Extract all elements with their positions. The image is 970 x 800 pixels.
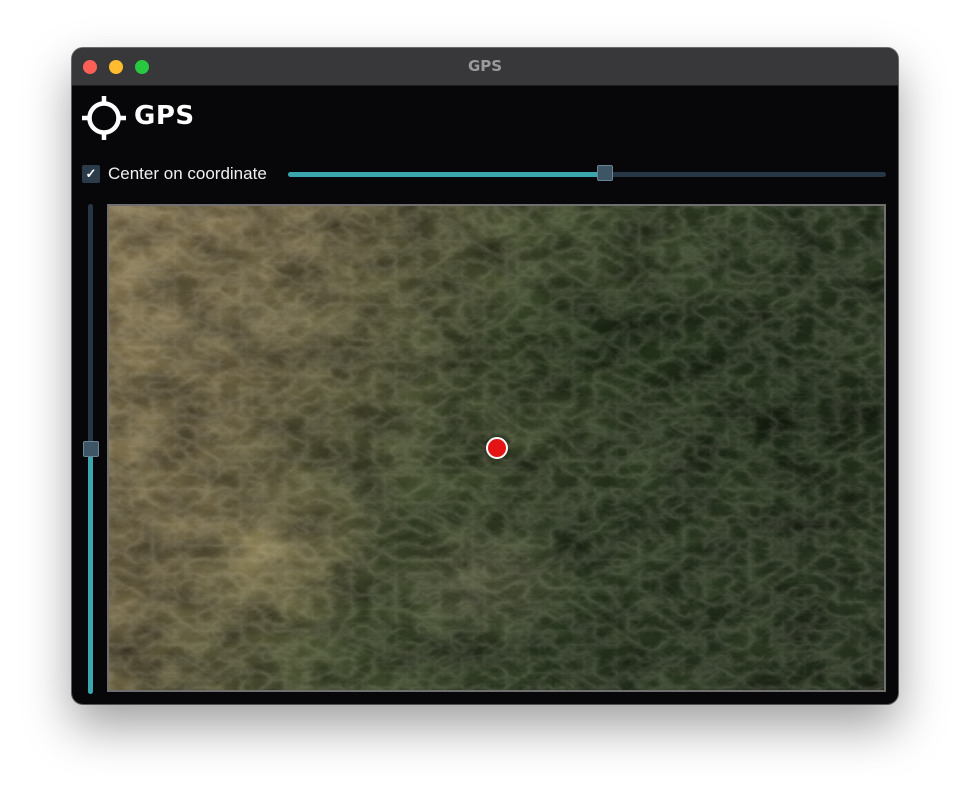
horizontal-slider-handle[interactable] — [596, 165, 613, 181]
center-on-coordinate-label[interactable]: Center on coordinate — [108, 164, 267, 184]
satellite-map[interactable] — [107, 204, 886, 692]
title-bar[interactable]: GPS — [72, 48, 898, 86]
center-on-coordinate-checkbox[interactable]: ✓ — [82, 165, 100, 183]
location-marker-icon[interactable] — [485, 437, 508, 459]
vertical-slider-handle[interactable] — [83, 441, 99, 457]
vertical-slider-fill — [88, 449, 93, 694]
app-title: GPS — [134, 101, 195, 131]
horizontal-slider-fill — [288, 172, 605, 177]
window-title: GPS — [467, 57, 503, 75]
crosshair-icon — [82, 96, 126, 140]
horizontal-slider-track[interactable] — [288, 172, 886, 177]
gps-window: GPS GPS ✓ Center on coordinate — [72, 48, 898, 704]
